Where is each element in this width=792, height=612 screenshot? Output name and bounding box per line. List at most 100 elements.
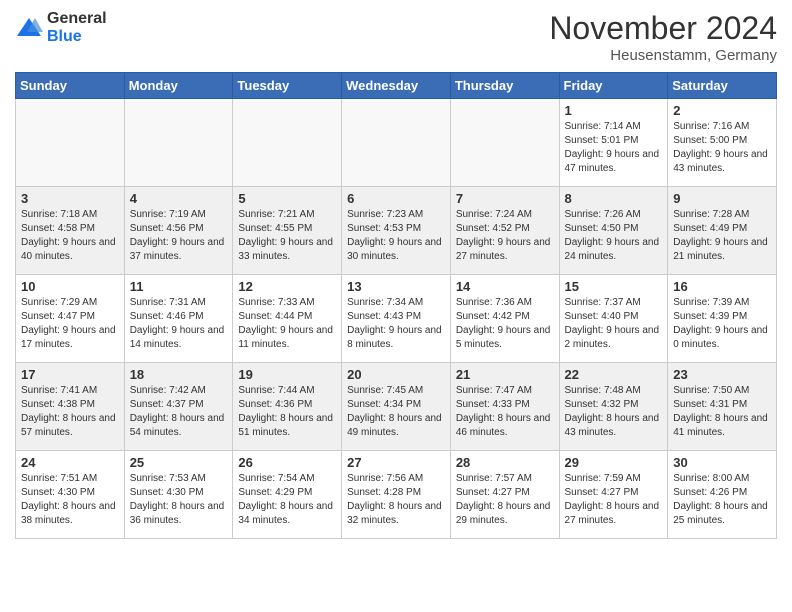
col-header-sunday: Sunday: [16, 73, 125, 99]
day-cell: 11 Sunrise: 7:31 AM Sunset: 4:46 PM Dayli…: [124, 275, 233, 363]
day-cell: 13Sunrise: 7:34 AM Sunset: 4:43 PM Dayli…: [342, 275, 451, 363]
day-cell: 23Sunrise: 7:50 AM Sunset: 4:31 PM Dayli…: [668, 363, 777, 451]
location: Heusenstamm, Germany: [549, 47, 777, 64]
day-number: 21: [456, 367, 554, 382]
day-cell: 28Sunrise: 7:57 AM Sunset: 4:27 PM Dayli…: [450, 451, 559, 539]
day-cell: 10Sunrise: 7:29 AM Sunset: 4:47 PM Dayli…: [16, 275, 125, 363]
day-info: Sunrise: 7:28 AM Sunset: 4:49 PM Dayligh…: [673, 208, 771, 264]
day-number: 26: [238, 455, 336, 470]
day-cell: 20 Sunrise: 7:45 AM Sunset: 4:34 PM Dayli…: [342, 363, 451, 451]
day-info: Sunrise: 7:51 AM Sunset: 4:30 PM Dayligh…: [21, 472, 119, 528]
day-number: 2: [673, 103, 771, 118]
day-info: Sunrise: 7:31 AM Sunset: 4:46 PM Dayligh…: [130, 296, 228, 352]
day-number: 7: [456, 191, 554, 206]
day-info: Sunrise: 7:39 AM Sunset: 4:39 PM Dayligh…: [673, 296, 771, 352]
day-info: Sunrise: 7:48 AM Sunset: 4:32 PM Dayligh…: [565, 384, 663, 440]
day-cell: [124, 99, 233, 187]
week-row-5: 24 Sunrise: 7:51 AM Sunset: 4:30 PM Dayli…: [16, 451, 777, 539]
day-number: 11: [130, 279, 228, 294]
col-header-saturday: Saturday: [668, 73, 777, 99]
week-row-4: 17 Sunrise: 7:41 AM Sunset: 4:38 PM Dayli…: [16, 363, 777, 451]
day-cell: 30Sunrise: 8:00 AM Sunset: 4:26 PM Dayli…: [668, 451, 777, 539]
day-info: Sunrise: 7:19 AM Sunset: 4:56 PM Dayligh…: [130, 208, 228, 264]
day-number: 6: [347, 191, 445, 206]
day-info: Sunrise: 7:14 AM Sunset: 5:01 PM Dayligh…: [565, 120, 663, 176]
day-cell: 2 Sunrise: 7:16 AM Sunset: 5:00 PM Daylig…: [668, 99, 777, 187]
day-number: 4: [130, 191, 228, 206]
day-number: 19: [238, 367, 336, 382]
day-number: 24: [21, 455, 119, 470]
day-info: Sunrise: 7:37 AM Sunset: 4:40 PM Dayligh…: [565, 296, 663, 352]
day-cell: 18Sunrise: 7:42 AM Sunset: 4:37 PM Dayli…: [124, 363, 233, 451]
day-cell: 8Sunrise: 7:26 AM Sunset: 4:50 PM Daylig…: [559, 187, 668, 275]
week-row-2: 3Sunrise: 7:18 AM Sunset: 4:58 PM Daylig…: [16, 187, 777, 275]
day-cell: 19 Sunrise: 7:44 AM Sunset: 4:36 PM Dayli…: [233, 363, 342, 451]
logo-text: General Blue: [47, 10, 107, 45]
day-info: Sunrise: 7:45 AM Sunset: 4:34 PM Dayligh…: [347, 384, 445, 440]
day-number: 9: [673, 191, 771, 206]
day-cell: 5 Sunrise: 7:21 AM Sunset: 4:55 PM Daylig…: [233, 187, 342, 275]
header: General Blue November 2024 Heusenstamm, …: [15, 10, 777, 64]
day-number: 27: [347, 455, 445, 470]
day-cell: 3Sunrise: 7:18 AM Sunset: 4:58 PM Daylig…: [16, 187, 125, 275]
day-info: Sunrise: 7:23 AM Sunset: 4:53 PM Dayligh…: [347, 208, 445, 264]
day-info: Sunrise: 7:41 AM Sunset: 4:38 PM Dayligh…: [21, 384, 119, 440]
day-number: 16: [673, 279, 771, 294]
day-info: Sunrise: 7:34 AM Sunset: 4:43 PM Dayligh…: [347, 296, 445, 352]
day-number: 1: [565, 103, 663, 118]
title-block: November 2024 Heusenstamm, Germany: [549, 10, 777, 64]
day-info: Sunrise: 7:59 AM Sunset: 4:27 PM Dayligh…: [565, 472, 663, 528]
day-cell: 26 Sunrise: 7:54 AM Sunset: 4:29 PM Dayli…: [233, 451, 342, 539]
col-header-wednesday: Wednesday: [342, 73, 451, 99]
day-number: 25: [130, 455, 228, 470]
day-cell: 12 Sunrise: 7:33 AM Sunset: 4:44 PM Dayli…: [233, 275, 342, 363]
day-number: 14: [456, 279, 554, 294]
calendar-table: SundayMondayTuesdayWednesdayThursdayFrid…: [15, 72, 777, 539]
col-header-tuesday: Tuesday: [233, 73, 342, 99]
logo: General Blue: [15, 10, 107, 45]
day-cell: 25 Sunrise: 7:53 AM Sunset: 4:30 PM Dayli…: [124, 451, 233, 539]
day-number: 29: [565, 455, 663, 470]
day-info: Sunrise: 7:36 AM Sunset: 4:42 PM Dayligh…: [456, 296, 554, 352]
day-number: 5: [238, 191, 336, 206]
day-info: Sunrise: 7:33 AM Sunset: 4:44 PM Dayligh…: [238, 296, 336, 352]
day-info: Sunrise: 7:53 AM Sunset: 4:30 PM Dayligh…: [130, 472, 228, 528]
week-row-3: 10Sunrise: 7:29 AM Sunset: 4:47 PM Dayli…: [16, 275, 777, 363]
logo-icon: [15, 14, 43, 42]
logo-blue-text: Blue: [47, 28, 107, 46]
day-info: Sunrise: 7:57 AM Sunset: 4:27 PM Dayligh…: [456, 472, 554, 528]
day-cell: [342, 99, 451, 187]
day-cell: 4 Sunrise: 7:19 AM Sunset: 4:56 PM Daylig…: [124, 187, 233, 275]
day-number: 12: [238, 279, 336, 294]
day-info: Sunrise: 7:24 AM Sunset: 4:52 PM Dayligh…: [456, 208, 554, 264]
day-number: 23: [673, 367, 771, 382]
day-info: Sunrise: 7:18 AM Sunset: 4:58 PM Dayligh…: [21, 208, 119, 264]
day-cell: 29 Sunrise: 7:59 AM Sunset: 4:27 PM Dayli…: [559, 451, 668, 539]
col-header-friday: Friday: [559, 73, 668, 99]
day-cell: 16 Sunrise: 7:39 AM Sunset: 4:39 PM Dayli…: [668, 275, 777, 363]
day-cell: 24 Sunrise: 7:51 AM Sunset: 4:30 PM Dayli…: [16, 451, 125, 539]
day-cell: 27Sunrise: 7:56 AM Sunset: 4:28 PM Dayli…: [342, 451, 451, 539]
day-info: Sunrise: 7:44 AM Sunset: 4:36 PM Dayligh…: [238, 384, 336, 440]
day-cell: 9 Sunrise: 7:28 AM Sunset: 4:49 PM Daylig…: [668, 187, 777, 275]
col-header-thursday: Thursday: [450, 73, 559, 99]
day-cell: 17 Sunrise: 7:41 AM Sunset: 4:38 PM Dayli…: [16, 363, 125, 451]
day-info: Sunrise: 7:16 AM Sunset: 5:00 PM Dayligh…: [673, 120, 771, 176]
month-title: November 2024: [549, 10, 777, 47]
day-number: 20: [347, 367, 445, 382]
week-row-1: 1 Sunrise: 7:14 AM Sunset: 5:01 PM Daylig…: [16, 99, 777, 187]
day-info: Sunrise: 7:54 AM Sunset: 4:29 PM Dayligh…: [238, 472, 336, 528]
day-cell: 14 Sunrise: 7:36 AM Sunset: 4:42 PM Dayli…: [450, 275, 559, 363]
day-number: 10: [21, 279, 119, 294]
day-cell: 6 Sunrise: 7:23 AM Sunset: 4:53 PM Daylig…: [342, 187, 451, 275]
day-number: 17: [21, 367, 119, 382]
day-cell: [16, 99, 125, 187]
day-info: Sunrise: 8:00 AM Sunset: 4:26 PM Dayligh…: [673, 472, 771, 528]
day-cell: 21 Sunrise: 7:47 AM Sunset: 4:33 PM Dayli…: [450, 363, 559, 451]
day-info: Sunrise: 7:21 AM Sunset: 4:55 PM Dayligh…: [238, 208, 336, 264]
day-info: Sunrise: 7:47 AM Sunset: 4:33 PM Dayligh…: [456, 384, 554, 440]
header-row: SundayMondayTuesdayWednesdayThursdayFrid…: [16, 73, 777, 99]
day-number: 8: [565, 191, 663, 206]
day-cell: 15Sunrise: 7:37 AM Sunset: 4:40 PM Dayli…: [559, 275, 668, 363]
day-cell: 22Sunrise: 7:48 AM Sunset: 4:32 PM Dayli…: [559, 363, 668, 451]
